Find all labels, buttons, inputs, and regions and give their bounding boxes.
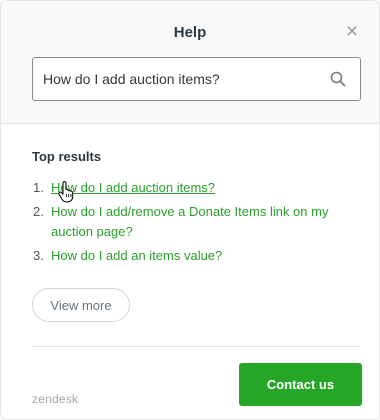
search-input[interactable] [43,58,313,100]
result-number: 1. [33,180,44,195]
result-link[interactable]: How do I add/remove a Donate Items link … [51,204,328,239]
result-number: 3. [33,248,44,263]
close-button[interactable]: × [341,20,363,43]
help-widget: Help × Top results 1. How do I add aucti… [0,0,380,420]
close-icon: × [345,20,359,43]
result-number: 2. [33,204,44,219]
widget-header: Help × [1,1,379,124]
widget-title: Help [173,24,207,41]
search-icon[interactable] [330,71,346,87]
results-section: Top results 1. How do I add auction item… [32,149,362,270]
view-more-button[interactable]: View more [32,288,130,322]
contact-us-button[interactable]: Contact us [239,363,362,406]
list-item: 3. How do I add an items value? [32,246,362,266]
result-list: 1. How do I add auction items? 2. How do… [32,178,362,266]
result-link[interactable]: How do I add an items value? [51,248,222,263]
zendesk-logo[interactable]: zendesk [32,392,78,406]
results-heading: Top results [32,149,102,164]
list-item: 1. How do I add auction items? [32,178,362,198]
list-item: 2. How do I add/remove a Donate Items li… [32,202,362,242]
search-box [32,57,361,101]
footer-divider [32,346,360,347]
result-link[interactable]: How do I add auction items? [51,180,215,195]
